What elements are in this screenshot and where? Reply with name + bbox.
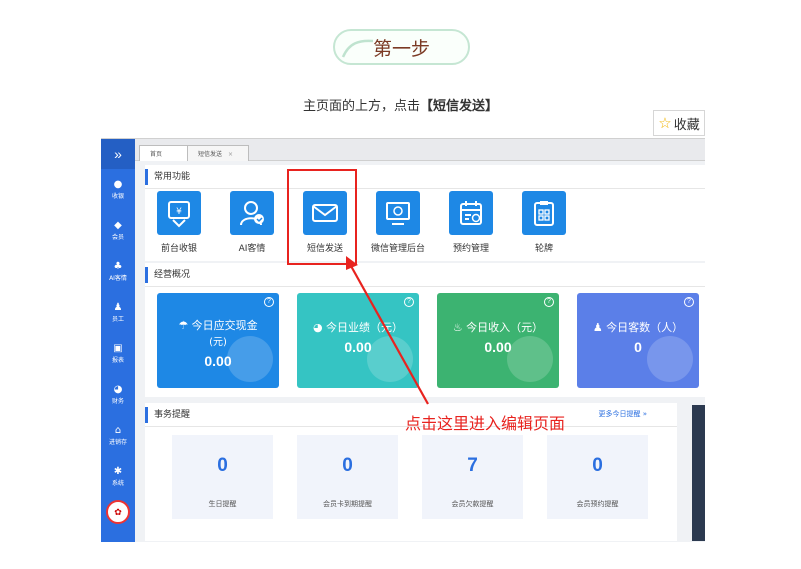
section-title: 经营概况	[145, 267, 705, 283]
gear-icon: ✱	[113, 466, 123, 477]
report-icon: ▣	[113, 343, 123, 354]
sidebar-item-inventory[interactable]: ⌂ 进销存	[101, 415, 135, 456]
money-bag-icon: ♨	[452, 321, 467, 334]
monitor-icon	[376, 191, 420, 235]
cashier-register-icon: ¥	[157, 191, 201, 235]
side-panel	[692, 405, 705, 541]
tab-bar: 首页 短信发送 ×	[135, 139, 705, 161]
help-icon[interactable]: ?	[404, 297, 414, 307]
kpi-card-cash[interactable]: ? ☂ 今日应交现金 (元) 0.00	[157, 293, 279, 388]
calendar-icon	[449, 191, 493, 235]
step-title: 第一步	[372, 37, 430, 60]
member-icon: ◆	[114, 220, 122, 231]
instruction-highlight: 【短信发送】	[420, 99, 499, 114]
more-reminders-link[interactable]: 更多今日提醒 »	[598, 409, 647, 419]
clipboard-icon	[522, 191, 566, 235]
svg-text:¥: ¥	[176, 207, 182, 217]
tab-sms-send[interactable]: 短信发送 ×	[187, 145, 249, 161]
ai-customer-icon	[230, 191, 274, 235]
kpi-card-performance[interactable]: ? ◕ 今日业绩（元） 0.00	[297, 293, 419, 388]
people-icon: ♟	[592, 321, 607, 334]
kpi-cash-icon: ☂	[178, 319, 192, 332]
func-wechat-admin[interactable]: 微信管理后台	[368, 191, 428, 254]
close-icon[interactable]: ×	[228, 151, 233, 158]
sidebar-item-ai[interactable]: ♣ AI客情	[101, 251, 135, 292]
kpi-value: 0.00	[344, 339, 372, 355]
sidebar-item-system[interactable]: ✱ 系统	[101, 456, 135, 497]
func-rotation[interactable]: 轮牌	[514, 191, 574, 254]
sidebar-item-report[interactable]: ▣ 报表	[101, 333, 135, 374]
help-icon[interactable]: ?	[264, 297, 274, 307]
reminder-appointment[interactable]: 0 会员预约提醒	[547, 435, 648, 519]
sidebar-item-cashier[interactable]: ● 收银	[101, 169, 135, 210]
finance-icon: ◕	[113, 384, 123, 395]
kpi-value: 0.00	[484, 339, 512, 355]
highlight-box	[287, 169, 357, 265]
help-icon[interactable]: ?	[544, 297, 554, 307]
sidebar-item-member[interactable]: ◆ 会员	[101, 210, 135, 251]
step-title-pill: 第一步	[333, 29, 470, 65]
sidebar-item-staff[interactable]: ♟ 员工	[101, 292, 135, 333]
kpi-value: 0.00	[204, 353, 232, 369]
annotation-text: 点击这里进入编辑页面	[405, 414, 566, 433]
reminder-debt[interactable]: 7 会员欠款提醒	[422, 435, 523, 519]
common-functions-section: 常用功能 ¥ 前台收银 AI客情 短信发送 微信管理后台 预约管理 轮牌	[145, 165, 705, 261]
avatar[interactable]: ✿	[106, 500, 130, 524]
inventory-icon: ⌂	[114, 425, 122, 436]
tab-home[interactable]: 首页	[139, 145, 189, 161]
help-icon[interactable]: ?	[684, 297, 694, 307]
section-title: 常用功能	[145, 169, 705, 185]
cashier-icon: ●	[113, 179, 123, 190]
overview-section: 经营概况 ? ☂ 今日应交现金 (元) 0.00 ? ◕ 今日业绩（元） 0.0…	[145, 263, 705, 397]
app-window: » ● 收银 ◆ 会员 ♣ AI客情 ♟ 员工 ▣ 报表 ◕ 财务 ⌂ 进销存 …	[101, 138, 705, 542]
func-ai-customer[interactable]: AI客情	[222, 191, 282, 254]
swoosh-decoration-icon	[341, 39, 374, 58]
reminder-card-expiry[interactable]: 0 会员卡到期提醒	[297, 435, 398, 519]
kpi-card-income[interactable]: ? ♨ 今日收入（元） 0.00	[437, 293, 559, 388]
sidebar-toggle-button[interactable]: »	[101, 139, 135, 169]
favorite-button[interactable]: ☆ 收藏	[653, 110, 705, 136]
tutorial-page: 第一步 主页面的上方，点击【短信发送】 ☆ 收藏 » ● 收银 ◆ 会员 ♣ A…	[0, 0, 801, 569]
star-icon: ☆	[658, 114, 672, 132]
func-appointment[interactable]: 预约管理	[441, 191, 501, 254]
kpi-value: 0	[634, 339, 642, 355]
func-cashier[interactable]: ¥ 前台收银	[149, 191, 209, 254]
reminder-birthday[interactable]: 0 生日提醒	[172, 435, 273, 519]
kpi-card-customers[interactable]: ? ♟ 今日客数（人） 0	[577, 293, 699, 388]
staff-icon: ♟	[113, 302, 123, 313]
pie-chart-icon: ◕	[312, 321, 327, 334]
sidebar: » ● 收银 ◆ 会员 ♣ AI客情 ♟ 员工 ▣ 报表 ◕ 财务 ⌂ 进销存 …	[101, 139, 135, 542]
ai-icon: ♣	[113, 261, 123, 272]
sidebar-item-finance[interactable]: ◕ 财务	[101, 374, 135, 415]
